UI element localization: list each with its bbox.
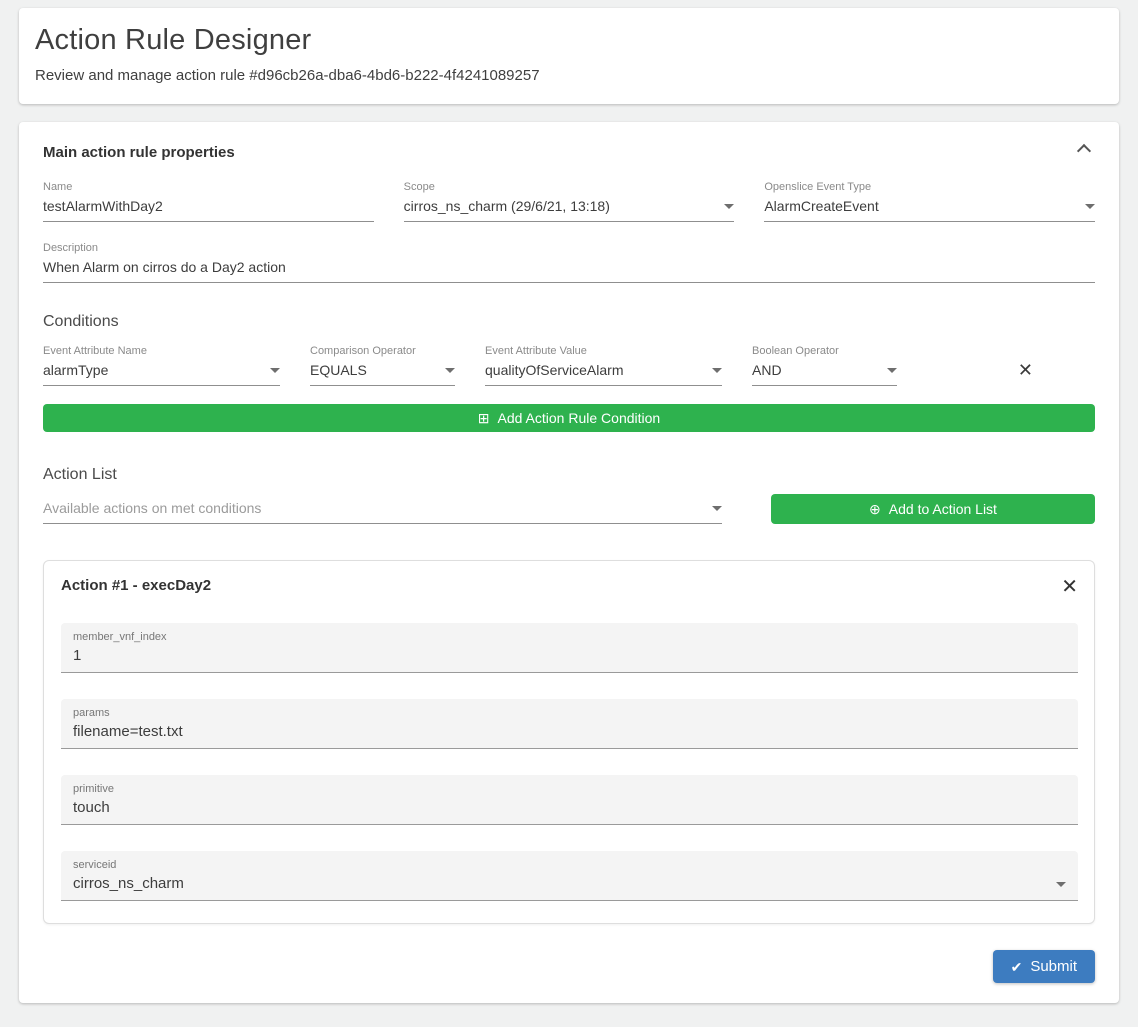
event-attribute-name-label: Event Attribute Name — [43, 345, 280, 357]
comparison-operator-label: Comparison Operator — [310, 345, 455, 357]
collapse-chevron-icon[interactable] — [1077, 144, 1091, 158]
name-label: Name — [43, 181, 374, 193]
scope-select[interactable]: Scope cirros_ns_charm (29/6/21, 13:18) — [404, 181, 735, 222]
member-vnf-index-label: member_vnf_index — [73, 631, 1066, 643]
event-attribute-value-value[interactable]: qualityOfServiceAlarm — [485, 362, 624, 378]
main-fields-row: Name testAlarmWithDay2 Scope cirros_ns_c… — [43, 181, 1095, 222]
chevron-down-icon[interactable] — [1085, 204, 1095, 209]
description-field[interactable]: Description When Alarm on cirros do a Da… — [43, 242, 1095, 283]
name-input[interactable]: testAlarmWithDay2 — [43, 198, 163, 214]
name-field[interactable]: Name testAlarmWithDay2 — [43, 181, 374, 222]
available-actions-select[interactable]: Available actions on met conditions — [43, 490, 722, 524]
boolean-operator-label: Boolean Operator — [752, 345, 897, 357]
plus-circle-icon: ⊕ — [869, 502, 881, 516]
serviceid-label: serviceid — [73, 859, 1048, 871]
action-list-row: Available actions on met conditions ⊕ Ad… — [43, 490, 1095, 524]
primitive-input[interactable]: touch — [73, 799, 110, 816]
submit-row: ✔ Submit — [43, 950, 1095, 983]
params-field[interactable]: params filename=test.txt — [61, 699, 1078, 749]
serviceid-select[interactable]: serviceid cirros_ns_charm — [61, 851, 1078, 901]
submit-button[interactable]: ✔ Submit — [993, 950, 1095, 983]
conditions-title: Conditions — [43, 313, 1095, 331]
event-attribute-name-select[interactable]: Event Attribute Name alarmType — [43, 345, 280, 386]
action-card: Action #1 - execDay2 ✕ member_vnf_index … — [43, 560, 1095, 924]
panel-header: Main action rule properties — [43, 144, 1095, 161]
main-properties-card: Main action rule properties Name testAla… — [19, 122, 1119, 1003]
remove-action-icon[interactable]: ✕ — [1061, 577, 1078, 597]
params-label: params — [73, 707, 1066, 719]
scope-label: Scope — [404, 181, 735, 193]
add-condition-label: Add Action Rule Condition — [498, 410, 661, 426]
action-card-title: Action #1 - execDay2 — [61, 577, 211, 594]
description-input[interactable]: When Alarm on cirros do a Day2 action — [43, 259, 286, 275]
boolean-operator-value[interactable]: AND — [752, 362, 782, 378]
action-card-header: Action #1 - execDay2 ✕ — [61, 577, 1078, 597]
chevron-down-icon[interactable] — [712, 506, 722, 511]
event-type-select[interactable]: Openslice Event Type AlarmCreateEvent — [764, 181, 1095, 222]
chevron-down-icon[interactable] — [1056, 882, 1066, 887]
remove-condition-icon[interactable]: ✕ — [1018, 361, 1033, 379]
chevron-down-icon[interactable] — [887, 368, 897, 373]
serviceid-value[interactable]: cirros_ns_charm — [73, 875, 184, 892]
params-input[interactable]: filename=test.txt — [73, 723, 183, 740]
scope-value[interactable]: cirros_ns_charm (29/6/21, 13:18) — [404, 198, 610, 214]
chevron-down-icon[interactable] — [712, 368, 722, 373]
event-attribute-value-select[interactable]: Event Attribute Value qualityOfServiceAl… — [485, 345, 722, 386]
event-attribute-value-label: Event Attribute Value — [485, 345, 722, 357]
primitive-label: primitive — [73, 783, 1066, 795]
description-row: Description When Alarm on cirros do a Da… — [43, 242, 1095, 283]
comparison-operator-select[interactable]: Comparison Operator EQUALS — [310, 345, 455, 386]
condition-row: Event Attribute Name alarmType Compariso… — [43, 345, 1095, 386]
chevron-down-icon[interactable] — [724, 204, 734, 209]
chevron-down-icon[interactable] — [270, 368, 280, 373]
page: Action Rule Designer Review and manage a… — [0, 0, 1138, 1027]
add-to-action-list-label: Add to Action List — [889, 501, 997, 517]
add-condition-icon: ⊞ — [478, 411, 490, 425]
action-list-title: Action List — [43, 466, 1095, 484]
event-type-label: Openslice Event Type — [764, 181, 1095, 193]
chevron-down-icon[interactable] — [445, 368, 455, 373]
description-label: Description — [43, 242, 1095, 254]
check-icon: ✔ — [1011, 960, 1023, 974]
member-vnf-index-field[interactable]: member_vnf_index 1 — [61, 623, 1078, 673]
header-card: Action Rule Designer Review and manage a… — [19, 8, 1119, 104]
page-subtitle: Review and manage action rule #d96cb26a-… — [35, 67, 1103, 84]
member-vnf-index-input[interactable]: 1 — [73, 647, 81, 664]
event-type-value[interactable]: AlarmCreateEvent — [764, 198, 878, 214]
page-title: Action Rule Designer — [35, 24, 1103, 57]
panel-title: Main action rule properties — [43, 144, 235, 161]
comparison-operator-value[interactable]: EQUALS — [310, 362, 367, 378]
event-attribute-name-value[interactable]: alarmType — [43, 362, 108, 378]
add-to-action-list-button[interactable]: ⊕ Add to Action List — [771, 494, 1095, 524]
primitive-field[interactable]: primitive touch — [61, 775, 1078, 825]
add-condition-button[interactable]: ⊞ Add Action Rule Condition — [43, 404, 1095, 432]
submit-label: Submit — [1030, 958, 1077, 975]
available-actions-placeholder[interactable]: Available actions on met conditions — [43, 500, 261, 516]
boolean-operator-select[interactable]: Boolean Operator AND — [752, 345, 897, 386]
